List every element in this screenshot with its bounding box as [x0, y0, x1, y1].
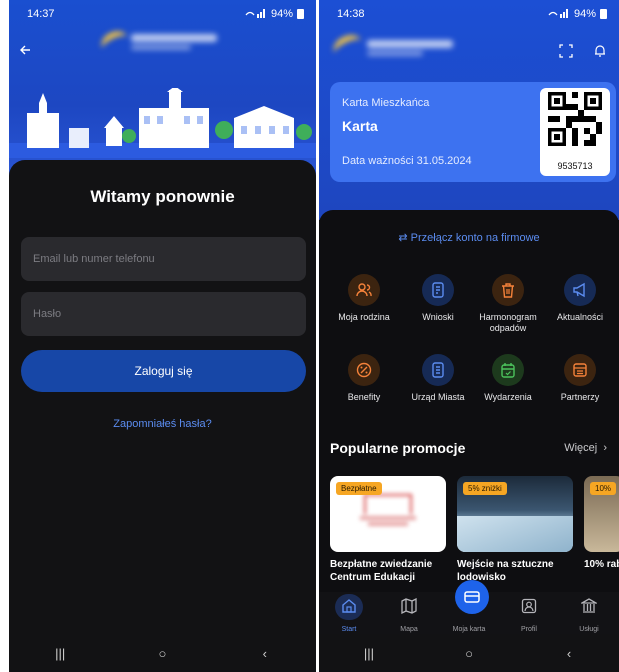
tab-map[interactable]: Mapa [381, 596, 437, 633]
city-logo [97, 27, 221, 59]
status-time: 14:37 [27, 8, 55, 20]
battery-icon [600, 9, 607, 19]
bell-icon[interactable] [591, 44, 609, 62]
tab-label: Usługi [579, 626, 599, 633]
my-card-fab[interactable] [455, 580, 489, 614]
discount-icon [356, 362, 372, 378]
tile-label: Wnioski [422, 312, 454, 322]
promotions-more-link[interactable]: Więcej › [564, 442, 607, 454]
tile-label: Urząd Miasta [411, 392, 465, 402]
tab-label: Moja karta [452, 626, 486, 633]
tile-label: Partnerzy [560, 392, 600, 402]
tab-label: Start [341, 626, 357, 633]
tile-label: Aktualności [556, 312, 604, 322]
home-screen: 14:38 94% Karta Mieszkańca Karta Data wa… [319, 0, 619, 672]
qr-code-icon [548, 92, 602, 146]
back-arrow-icon[interactable] [19, 42, 39, 62]
forgot-password-link[interactable]: Zapomniałeś hasła? [9, 418, 316, 430]
battery-level: 94% [270, 8, 293, 20]
card-expiry: Data ważności 31.05.2024 [342, 155, 472, 167]
system-nav-bar: ||| ○ ‹ [319, 634, 619, 672]
card-icon [464, 591, 480, 603]
resident-card[interactable]: Karta Mieszkańca Karta Data ważności 31.… [330, 82, 616, 182]
login-panel: Witamy ponownie Email lub numer telefonu… [9, 160, 316, 634]
services-icon [581, 598, 597, 613]
promo-image [457, 516, 573, 552]
promo-image [360, 494, 416, 528]
tile-label: Moja rodzina [338, 312, 390, 322]
system-back-button[interactable]: ‹ [554, 646, 584, 661]
status-time: 14:38 [337, 8, 365, 20]
promo-card[interactable]: 10% [584, 476, 619, 552]
recent-apps-button[interactable]: ||| [45, 646, 75, 661]
office-icon [432, 362, 444, 378]
chevron-right-icon: › [597, 442, 607, 454]
scan-icon[interactable] [557, 44, 575, 62]
promo-card[interactable]: Bezpłatne [330, 476, 446, 552]
tab-profile[interactable]: Profil [501, 596, 557, 633]
swap-icon: ⇄ [398, 232, 411, 244]
qr-code[interactable]: 9535713 [540, 88, 610, 176]
status-bar: 14:38 94% [319, 0, 619, 28]
profile-icon [521, 598, 537, 614]
status-bar: 14:37 94% [9, 0, 316, 28]
card-label: Karta Mieszkańca [342, 97, 430, 109]
city-skyline-illustration [9, 88, 316, 158]
signal-icon [548, 8, 570, 21]
email-field[interactable]: Email lub numer telefonu [21, 237, 306, 281]
city-logo [329, 30, 463, 64]
tile-waste-schedule[interactable]: Harmonogram odpadów [471, 274, 545, 334]
signal-icon [245, 8, 267, 21]
promo-badge: 5% zniżki [463, 482, 507, 495]
card-title: Karta [342, 118, 378, 134]
page-title: Witamy ponownie [90, 187, 235, 206]
tile-label: Wydarzenia [484, 392, 532, 402]
system-back-button[interactable]: ‹ [250, 646, 280, 661]
document-icon [432, 282, 444, 298]
tab-label: Mapa [400, 626, 418, 633]
battery-icon [297, 9, 304, 19]
tile-family[interactable]: Moja rodzina [327, 274, 401, 323]
calendar-icon [501, 363, 515, 378]
more-label: Więcej [564, 442, 598, 454]
home-icon [342, 599, 356, 613]
trash-icon [502, 283, 514, 298]
promotions-heading: Popularne promocje [330, 440, 466, 456]
login-screen: 14:37 94% Witamy ponownie Email lub nume… [9, 0, 316, 672]
password-field[interactable]: Hasło [21, 292, 306, 336]
login-button[interactable]: Zaloguj się [21, 350, 306, 392]
battery-level: 94% [573, 8, 596, 20]
card-number: 9535713 [557, 161, 593, 171]
promo-title: 10% rabatu rośliny [584, 559, 619, 570]
system-nav-bar: ||| ○ ‹ [9, 634, 316, 672]
tile-news[interactable]: Aktualności [543, 274, 617, 323]
promo-title: Bezpłatne zwiedzanie Centrum Edukacji [330, 559, 433, 583]
tile-partners[interactable]: Partnerzy [543, 354, 617, 403]
family-icon [356, 283, 372, 297]
tile-applications[interactable]: Wnioski [401, 274, 475, 323]
tile-label: Benefity [347, 392, 381, 402]
tile-events[interactable]: Wydarzenia [471, 354, 545, 403]
tile-benefits[interactable]: Benefity [327, 354, 401, 403]
main-panel: ⇄ Przełącz konto na firmowe Moja rodzina… [319, 210, 619, 634]
promo-card[interactable]: 5% zniżki [457, 476, 573, 552]
megaphone-icon [573, 282, 585, 298]
home-button[interactable]: ○ [454, 646, 484, 661]
promo-badge: 10% [590, 482, 617, 495]
switch-account-link[interactable]: ⇄ Przełącz konto na firmowe [319, 231, 619, 244]
home-button[interactable]: ○ [147, 646, 177, 661]
tab-label: Profil [521, 626, 537, 633]
tab-services[interactable]: Usługi [561, 596, 617, 633]
map-icon [401, 598, 417, 614]
switch-account-label: Przełącz konto na firmowe [410, 232, 540, 244]
tile-city-office[interactable]: Urząd Miasta [401, 354, 475, 403]
tile-label: Harmonogram odpadów [479, 312, 537, 333]
store-icon [573, 363, 587, 377]
header-banner: Karta Mieszkańca Karta Data ważności 31.… [319, 0, 619, 220]
promo-badge: Bezpłatne [336, 482, 382, 495]
tab-start[interactable]: Start [321, 594, 377, 633]
recent-apps-button[interactable]: ||| [354, 646, 384, 661]
